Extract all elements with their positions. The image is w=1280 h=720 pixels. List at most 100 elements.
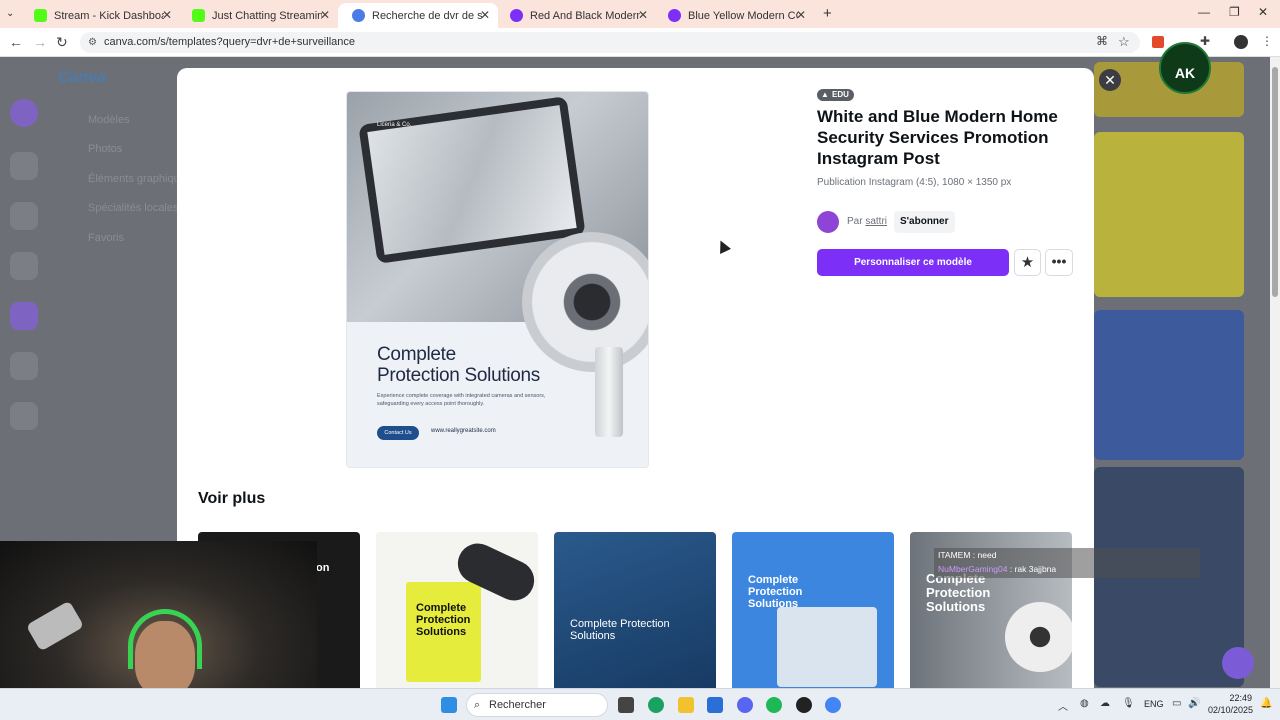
language-indicator[interactable]: ENG [1144,699,1164,709]
related-template-text: Complete Protection Solutions [926,571,991,614]
customize-template-button[interactable]: Personnaliser ce modèle [817,249,1009,276]
extension-icon[interactable] [1152,36,1164,48]
clock-date: 02/10/2025 [1208,705,1254,715]
kick-icon [192,9,205,22]
scrollbar-thumb[interactable] [1272,67,1278,297]
help-button [1222,647,1254,679]
close-modal-icon[interactable]: ✕ [1099,69,1121,91]
spotify-icon[interactable] [766,697,782,713]
camera-mount-image [595,347,623,437]
subscribe-button[interactable]: S'abonner [894,211,955,233]
see-more-heading: Voir plus [198,490,266,507]
preview-heading-line2: Protection Solutions [377,365,540,386]
related-template-card[interactable]: Complete Protection Solutions [376,532,538,688]
reload-icon[interactable]: ↻ [56,34,68,51]
profile-avatar[interactable] [1234,35,1248,49]
author-avatar[interactable] [817,211,839,233]
canva-logo: Canva [58,69,107,86]
menu-kebab-icon[interactable]: ⋮ [1261,34,1273,48]
tab-blue-yellow-cctv[interactable]: Blue Yellow Modern CCTV Serv ✕ [654,3,814,28]
more-options-icon[interactable]: ••• [1045,249,1073,276]
windows-start-icon[interactable] [441,697,457,713]
related-template-card[interactable]: Complete Protection Solutions [554,532,716,688]
close-tab-icon[interactable]: ✕ [480,8,490,22]
bg-menu-item: Spécialités locales [88,202,179,214]
chrome-taskbar-icon[interactable] [648,697,664,713]
store-icon[interactable] [707,697,723,713]
related-template-card[interactable]: Complete Protection Solutions [732,532,894,688]
tab-list-chevron-icon[interactable]: ⌄ [6,8,14,19]
close-tab-icon[interactable]: ✕ [796,8,806,22]
minimize-icon[interactable]: — [1198,5,1210,19]
new-tab-icon[interactable]: + [823,5,832,22]
headset-image [128,609,202,669]
site-info-icon[interactable]: ⚙ [88,32,97,53]
forward-icon[interactable]: → [33,34,47,50]
taskbar-search[interactable]: ⌕ Rechercher [466,693,608,717]
template-preview[interactable]: Liceria & Co. Complete Protection Soluti… [346,91,649,468]
page-scrollbar[interactable] [1270,57,1280,688]
preview-site: www.reallygreatsite.com [431,428,496,434]
template-title: White and Blue Modern Home Security Serv… [817,107,1058,168]
tab-label: Blue Yellow Modern CCTV Serv [688,9,798,22]
bg-menu-item: Modèles [88,114,130,126]
chat-user: ITAMEM [938,550,971,560]
tray-chevron-icon[interactable]: ︿ [1058,698,1068,713]
url-text: canva.com/s/templates?query=dvr+de+surve… [104,36,355,48]
edu-badge: ▲ EDU [817,89,854,101]
window-close-icon[interactable]: ✕ [1258,5,1268,19]
sidebar-brand-icon [10,302,38,330]
back-icon[interactable]: ← [9,34,23,50]
microphone-image [25,600,85,652]
url-field[interactable]: ⚙ canva.com/s/templates?query=dvr+de+sur… [80,32,1140,53]
task-view-icon[interactable] [618,697,634,713]
maximize-icon[interactable]: ❐ [1229,5,1240,19]
chat-user: NuMberGaming04 [938,564,1008,574]
chrome-active-icon[interactable] [825,697,841,713]
translate-icon[interactable]: ⌘ [1096,34,1108,48]
preview-contact-button: Contact Us [377,426,419,440]
chat-message: NuMberGaming04 : rak 3ajjbna [938,564,1057,574]
tray-app-icon[interactable]: ◍ [1080,698,1089,709]
channel-logo: AK [1159,42,1211,94]
bg-menu-item: Éléments graphiques [88,173,192,185]
obs-icon[interactable] [796,697,812,713]
chat-message: ITAMEM : need [938,550,997,560]
network-icon[interactable]: ▭ [1172,698,1181,709]
chat-text: rak 3ajjbna [1014,564,1057,574]
author-link[interactable]: sattri [865,216,887,227]
close-tab-icon[interactable]: ✕ [638,8,648,22]
canva-create-icon [10,99,38,127]
tab-kick-live[interactable]: Just Chatting Streaming - Live ✕ [178,3,338,28]
tab-red-black-cctv[interactable]: Red And Black Modern CCTV S ✕ [496,3,656,28]
author-prefix: Par [847,216,863,227]
cctv-camera-image [1005,602,1072,672]
bg-menu-item: Photos [88,143,123,155]
sidebar-projects-icon [10,202,38,230]
notifications-icon[interactable]: 🔔 [1260,698,1272,709]
volume-icon[interactable]: 🔊 [1188,698,1200,709]
bookmark-star-icon[interactable]: ☆ [1118,34,1130,50]
extensions-puzzle-icon[interactable]: ✚ [1200,34,1210,48]
discord-icon[interactable] [737,697,753,713]
onedrive-icon[interactable]: ☁ [1100,698,1110,709]
edu-badge-label: EDU [832,90,849,99]
search-icon: ⌕ [474,699,481,711]
clock-time: 22:49 [1229,693,1252,703]
template-format: Publication Instagram (4:5), 1080 × 1350… [817,177,1012,188]
favorite-star-icon[interactable]: ★ [1014,249,1041,276]
sidebar-templates-icon [10,252,38,280]
close-tab-icon[interactable]: ✕ [162,8,172,22]
bg-menu-item: Favoris [88,232,125,244]
close-tab-icon[interactable]: ✕ [320,8,330,22]
file-explorer-icon[interactable] [678,697,694,713]
tab-kick-dashboard[interactable]: Stream - Kick Dashboard ✕ [20,3,180,28]
tab-label: Just Chatting Streaming - Live [212,9,322,22]
preview-heading-line1: Complete [377,344,456,365]
taskbar-clock[interactable]: 22:49 02/10/2025 [1208,692,1254,716]
sidebar-home-icon [10,152,38,180]
kick-icon [34,9,47,22]
microphone-icon[interactable]: 🎙 [1122,698,1135,709]
tab-canva-search[interactable]: Recherche de dvr de surveillance ✕ [338,3,498,28]
related-template-text: Complete Protection Solutions [748,574,803,610]
